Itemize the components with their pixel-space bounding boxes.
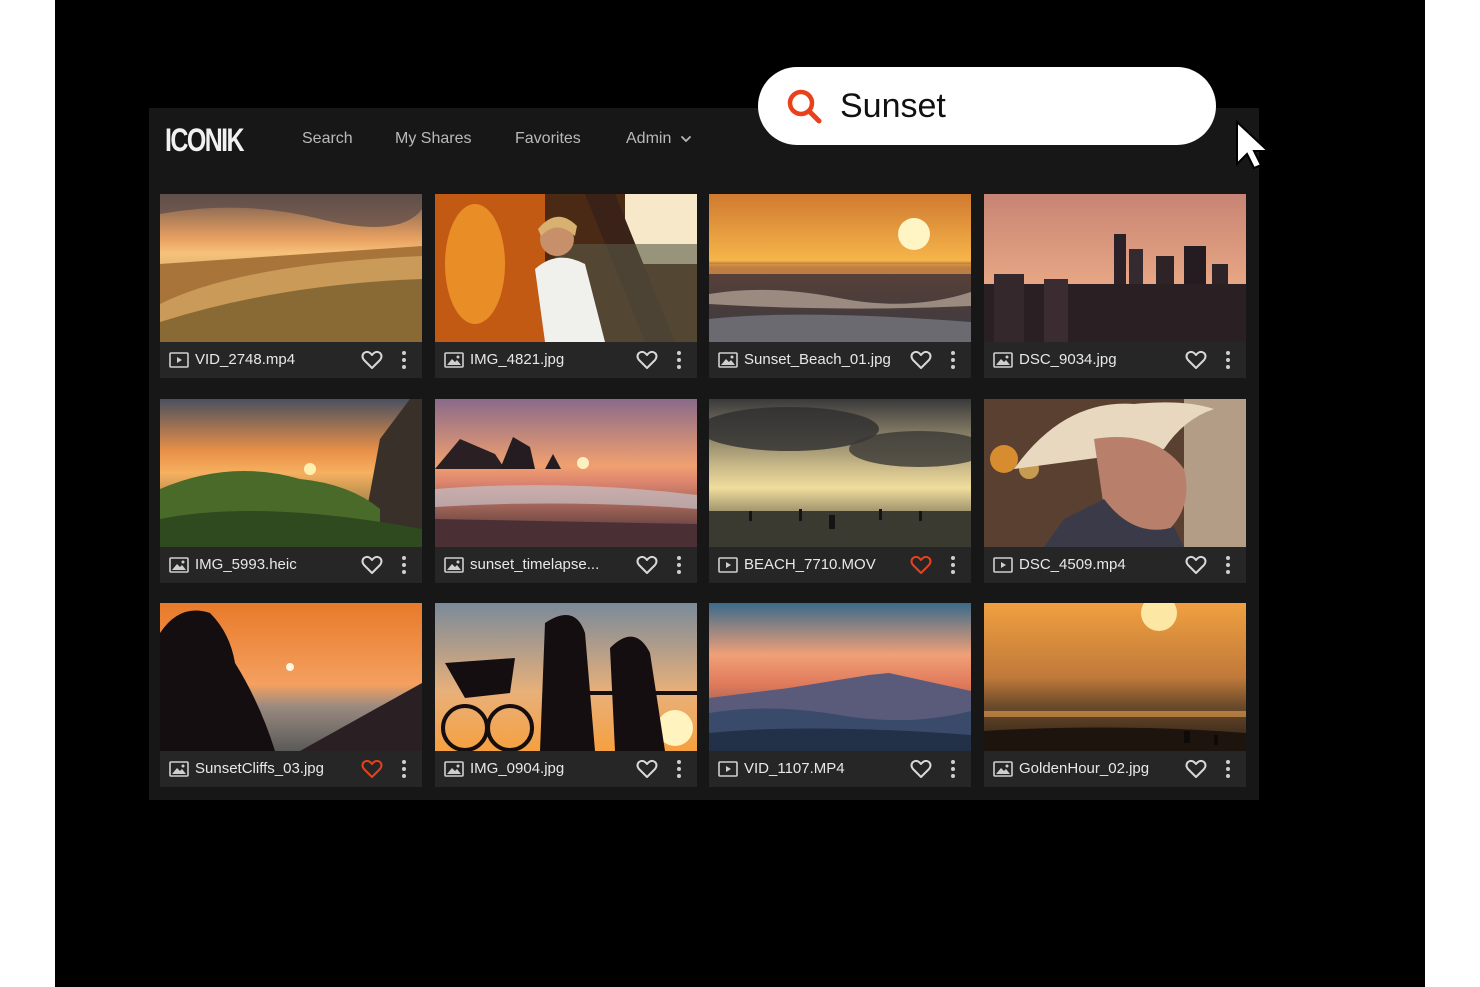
nav-search[interactable]: Search [302,130,353,148]
heart-icon[interactable] [1185,555,1207,575]
asset-meta-bar: BEACH_7710.MOV [709,547,971,583]
image-file-icon [993,352,1013,368]
asset-filename: IMG_4821.jpg [470,351,565,368]
more-options-icon[interactable] [396,555,412,575]
asset-thumbnail[interactable] [709,194,971,342]
nav-favorites[interactable]: Favorites [515,130,581,148]
asset-card[interactable]: sunset_timelapse... [435,399,697,583]
search-bar[interactable] [758,67,1216,145]
heart-icon[interactable] [636,759,658,779]
chevron-down-icon [681,136,692,143]
asset-filename: GoldenHour_02.jpg [1019,760,1150,777]
asset-card[interactable]: IMG_0904.jpg [435,603,697,787]
more-options-icon[interactable] [945,350,961,370]
app-logo: ICONIK [165,122,245,158]
asset-filename: VID_2748.mp4 [195,351,296,368]
nav-admin[interactable]: Admin [626,130,693,148]
heart-icon[interactable] [636,555,658,575]
heart-icon[interactable] [1185,759,1207,779]
more-options-icon[interactable] [671,350,687,370]
more-options-icon[interactable] [671,555,687,575]
heart-icon[interactable] [361,350,383,370]
asset-meta-bar: VID_1107.MP4 [709,751,971,787]
asset-filename: DSC_9034.jpg [1019,351,1117,368]
asset-card[interactable]: Sunset_Beach_01.jpg [709,194,971,378]
asset-thumbnail[interactable] [709,603,971,751]
more-options-icon[interactable] [396,759,412,779]
asset-thumbnail[interactable] [435,603,697,751]
app-window: ICONIK Search My Shares Favorites Admin … [149,108,1259,800]
heart-icon[interactable] [910,350,932,370]
asset-filename: BEACH_7710.MOV [744,556,876,573]
image-file-icon [169,761,189,777]
more-options-icon[interactable] [945,759,961,779]
asset-filename: IMG_0904.jpg [470,760,565,777]
video-file-icon [718,761,738,777]
video-file-icon [169,352,189,368]
image-file-icon [444,352,464,368]
asset-card[interactable]: VID_2748.mp4 [160,194,422,378]
image-file-icon [169,557,189,573]
asset-thumbnail[interactable] [435,399,697,547]
asset-meta-bar: GoldenHour_02.jpg [984,751,1246,787]
more-options-icon[interactable] [1220,555,1236,575]
asset-thumbnail[interactable] [435,194,697,342]
video-file-icon [718,557,738,573]
heart-icon[interactable] [910,759,932,779]
asset-filename: DSC_4509.mp4 [1019,556,1126,573]
asset-filename: sunset_timelapse... [470,556,600,573]
heart-icon[interactable] [1185,350,1207,370]
video-file-icon [993,557,1013,573]
asset-meta-bar: DSC_4509.mp4 [984,547,1246,583]
asset-thumbnail[interactable] [160,399,422,547]
asset-thumbnail[interactable] [160,194,422,342]
asset-filename: Sunset_Beach_01.jpg [744,351,891,368]
asset-meta-bar: IMG_5993.heic [160,547,422,583]
heart-icon[interactable] [361,555,383,575]
more-options-icon[interactable] [396,350,412,370]
asset-card[interactable]: GoldenHour_02.jpg [984,603,1246,787]
asset-card[interactable]: VID_1107.MP4 [709,603,971,787]
asset-meta-bar: IMG_0904.jpg [435,751,697,787]
more-options-icon[interactable] [1220,350,1236,370]
heart-icon[interactable] [636,350,658,370]
asset-meta-bar: DSC_9034.jpg [984,342,1246,378]
image-file-icon [444,761,464,777]
asset-card[interactable]: SunsetCliffs_03.jpg [160,603,422,787]
asset-card[interactable]: IMG_4821.jpg [435,194,697,378]
asset-meta-bar: SunsetCliffs_03.jpg [160,751,422,787]
nav-admin-label: Admin [626,130,672,147]
asset-thumbnail[interactable] [984,603,1246,751]
search-input[interactable] [840,83,1180,129]
search-icon [787,89,822,124]
heart-filled-icon[interactable] [910,555,932,575]
asset-filename: IMG_5993.heic [195,556,297,573]
asset-card[interactable]: DSC_4509.mp4 [984,399,1246,583]
asset-thumbnail[interactable] [160,603,422,751]
asset-meta-bar: Sunset_Beach_01.jpg [709,342,971,378]
asset-thumbnail[interactable] [709,399,971,547]
asset-filename: VID_1107.MP4 [744,760,845,777]
nav-my-shares[interactable]: My Shares [395,130,471,148]
asset-meta-bar: VID_2748.mp4 [160,342,422,378]
asset-meta-bar: IMG_4821.jpg [435,342,697,378]
more-options-icon[interactable] [1220,759,1236,779]
mouse-pointer-icon [1236,120,1271,170]
asset-thumbnail[interactable] [984,194,1246,342]
asset-card[interactable]: IMG_5993.heic [160,399,422,583]
more-options-icon[interactable] [671,759,687,779]
asset-filename: SunsetCliffs_03.jpg [195,760,324,777]
more-options-icon[interactable] [945,555,961,575]
heart-filled-icon[interactable] [361,759,383,779]
asset-card[interactable]: DSC_9034.jpg [984,194,1246,378]
image-file-icon [444,557,464,573]
image-file-icon [993,761,1013,777]
asset-card[interactable]: BEACH_7710.MOV [709,399,971,583]
image-file-icon [718,352,738,368]
asset-meta-bar: sunset_timelapse... [435,547,697,583]
asset-thumbnail[interactable] [984,399,1246,547]
